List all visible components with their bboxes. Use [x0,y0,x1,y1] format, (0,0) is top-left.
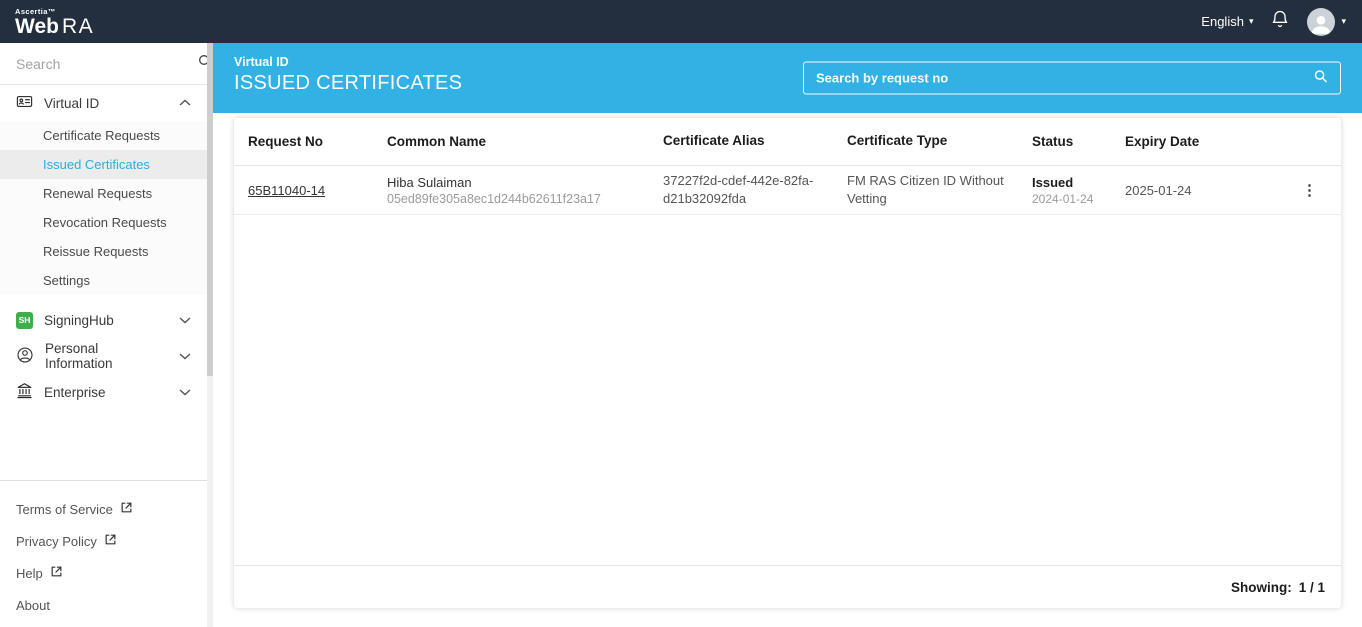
sidebar-item-reissue-requests[interactable]: Reissue Requests [0,237,207,266]
help-link[interactable]: Help [0,557,207,589]
status-badge: Issued [1032,174,1074,190]
caret-down-icon: ▾ [1248,16,1254,26]
common-name: Hiba Sulaiman [387,174,472,190]
language-selector[interactable]: English ▾ [1201,14,1253,29]
col-header-certificate-type: Certificate Type [847,133,948,149]
external-link-icon [104,533,117,549]
showing-label: Showing: [1230,579,1292,595]
col-header-expiry-date: Expiry Date [1125,134,1200,149]
avatar [1307,7,1336,36]
terms-of-service-link[interactable]: Terms of Service [0,493,207,525]
link-label: Privacy Policy [16,533,97,549]
sidebar-item-renewal-requests[interactable]: Renewal Requests [0,179,207,208]
col-header-status: Status [1032,134,1074,149]
table-row: 65B11040-14 Hiba Sulaiman 05ed89fe305a8e… [234,166,1341,215]
sidebar-scrollbar[interactable] [207,43,213,627]
showing-value: 1 / 1 [1298,579,1325,595]
table-empty-space [234,215,1341,565]
chevron-down-icon [179,388,191,396]
certificate-alias: 37227f2d-cdef-442e-82fa-d21b32092fda [663,173,814,206]
sidebar-item-personal-information[interactable]: Personal Information [0,338,207,374]
external-link-icon [120,501,133,517]
col-header-common-name: Common Name [387,134,487,149]
main-content: Virtual ID ISSUED CERTIFICATES Request N… [213,43,1362,627]
user-menu[interactable]: ▾ [1307,7,1346,36]
search-icon[interactable] [1313,68,1328,88]
status-date: 2024-01-24 [1032,191,1094,206]
caret-down-icon: ▾ [1341,16,1346,26]
header-actions: English ▾ ▾ [1201,7,1346,36]
content-area: Request No Common Name Certificate Alias… [213,113,1362,608]
chevron-up-icon [179,99,191,107]
chevron-down-icon [179,352,191,360]
certificates-card: Request No Common Name Certificate Alias… [234,118,1341,608]
link-label: About [16,597,50,613]
sidebar-item-enterprise[interactable]: Enterprise [0,374,207,410]
person-circle-icon [16,346,34,367]
signinghub-icon: SH [16,311,33,329]
brand-ascertia: Ascertia™ [15,6,56,16]
sidebar-item-label: SigningHub [44,312,114,328]
language-label: English [1201,14,1244,29]
col-header-certificate-alias: Certificate Alias [663,133,765,149]
about-link[interactable]: About [0,589,207,621]
sidebar-item-label: Virtual ID [44,95,100,111]
sidebar-item-label: Personal Information [45,341,113,371]
sidebar: Virtual ID Certificate Requests Issued C… [0,43,213,627]
virtual-id-submenu: Certificate Requests Issued Certificates… [0,121,207,295]
row-actions-kebab-icon[interactable]: ⋮ [1302,183,1317,198]
link-label: Terms of Service [16,501,113,517]
request-search [803,61,1341,95]
table-header: Request No Common Name Certificate Alias… [234,118,1341,166]
link-label: Help [16,565,43,581]
bank-icon [16,382,33,402]
sidebar-item-revocation-requests[interactable]: Revocation Requests [0,208,207,237]
sidebar-footer: Terms of Service Privacy Policy Help Abo… [0,480,207,627]
certificate-type: FM RAS Citizen ID Without Vetting [847,173,1004,206]
table-footer: Showing: 1 / 1 [234,565,1341,608]
col-header-request-no: Request No [248,134,324,149]
privacy-policy-link[interactable]: Privacy Policy [0,525,207,557]
external-link-icon [50,565,63,581]
sidebar-item-virtual-id[interactable]: Virtual ID [0,85,207,121]
expiry-date: 2025-01-24 [1125,182,1192,198]
sidebar-item-settings[interactable]: Settings [0,266,207,295]
sidebar-item-label: Enterprise [44,384,106,400]
sidebar-item-certificate-requests[interactable]: Certificate Requests [0,121,207,150]
chevron-down-icon [179,316,191,324]
sidebar-search [0,43,212,85]
top-header: Ascertia™ Web RA English ▾ ▾ [0,0,1362,43]
request-no-link[interactable]: 65B11040-14 [248,183,325,198]
user-silhouette-icon [1312,15,1331,34]
sidebar-item-issued-certificates[interactable]: Issued Certificates [0,150,207,179]
id-card-icon [16,93,33,113]
brand-webra: Web RA [15,15,95,39]
page-banner: Virtual ID ISSUED CERTIFICATES [213,43,1362,113]
sidebar-item-signinghub[interactable]: SH SigningHub [0,302,207,338]
bell-icon [1270,9,1290,34]
app-logo: Ascertia™ Web RA [15,6,94,38]
notifications-button[interactable] [1270,9,1290,34]
sidebar-search-input[interactable] [16,55,197,72]
request-search-input[interactable] [816,70,1313,86]
common-name-id: 05ed89fe305a8ec1d244b62611f23a17 [387,191,601,206]
